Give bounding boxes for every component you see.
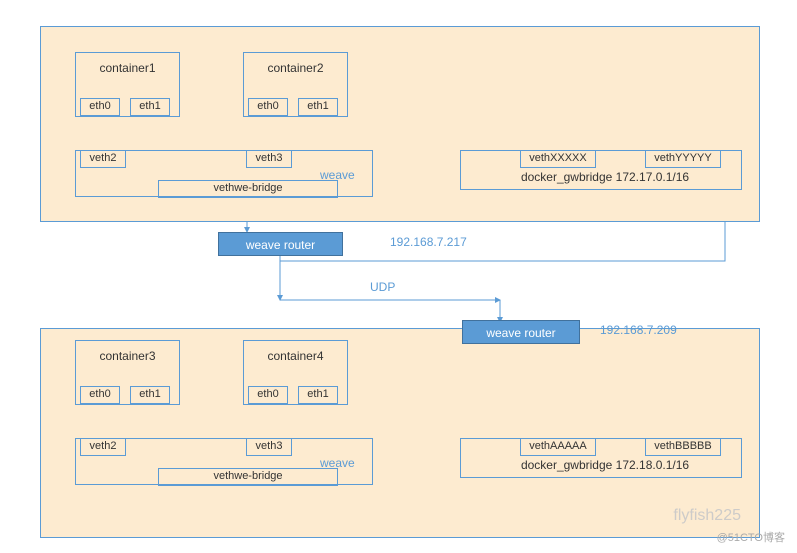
watermark: flyfish225 — [673, 507, 741, 525]
container3-eth1: eth1 — [130, 386, 170, 404]
container4-eth0: eth0 — [248, 386, 288, 404]
container4-label: container4 — [244, 349, 347, 363]
host1-gw-label: docker_gwbridge 172.17.0.1/16 — [490, 170, 720, 184]
container2-eth1: eth1 — [298, 98, 338, 116]
container3-eth0: eth0 — [80, 386, 120, 404]
container2-eth0: eth0 — [248, 98, 288, 116]
sub-watermark: @51CTO博客 — [717, 529, 785, 545]
container4-eth1: eth1 — [298, 386, 338, 404]
host2-ip: 192.168.7.209 — [600, 323, 677, 337]
host1-vethx: vethXXXXX — [520, 150, 596, 168]
host2-gw-label: docker_gwbridge 172.18.0.1/16 — [490, 458, 720, 472]
container1-eth1: eth1 — [130, 98, 170, 116]
host2-veth3: veth3 — [246, 438, 292, 456]
container3-label: container3 — [76, 349, 179, 363]
container1-eth0: eth0 — [80, 98, 120, 116]
host2-vetha: vethAAAAA — [520, 438, 596, 456]
host2-vethwe-bridge: vethwe-bridge — [158, 468, 338, 486]
host1-vethwe-bridge: vethwe-bridge — [158, 180, 338, 198]
host1-vethy: vethYYYYY — [645, 150, 721, 168]
udp-label: UDP — [370, 280, 395, 294]
weave-router-2: weave router — [462, 320, 580, 344]
host1-veth3: veth3 — [246, 150, 292, 168]
container2-label: container2 — [244, 61, 347, 75]
host1-ip: 192.168.7.217 — [390, 235, 467, 249]
host1-veth2: veth2 — [80, 150, 126, 168]
container1-label: container1 — [76, 61, 179, 75]
weave-router-1: weave router — [218, 232, 343, 256]
host2-veth2: veth2 — [80, 438, 126, 456]
host2-vethb: vethBBBBB — [645, 438, 721, 456]
